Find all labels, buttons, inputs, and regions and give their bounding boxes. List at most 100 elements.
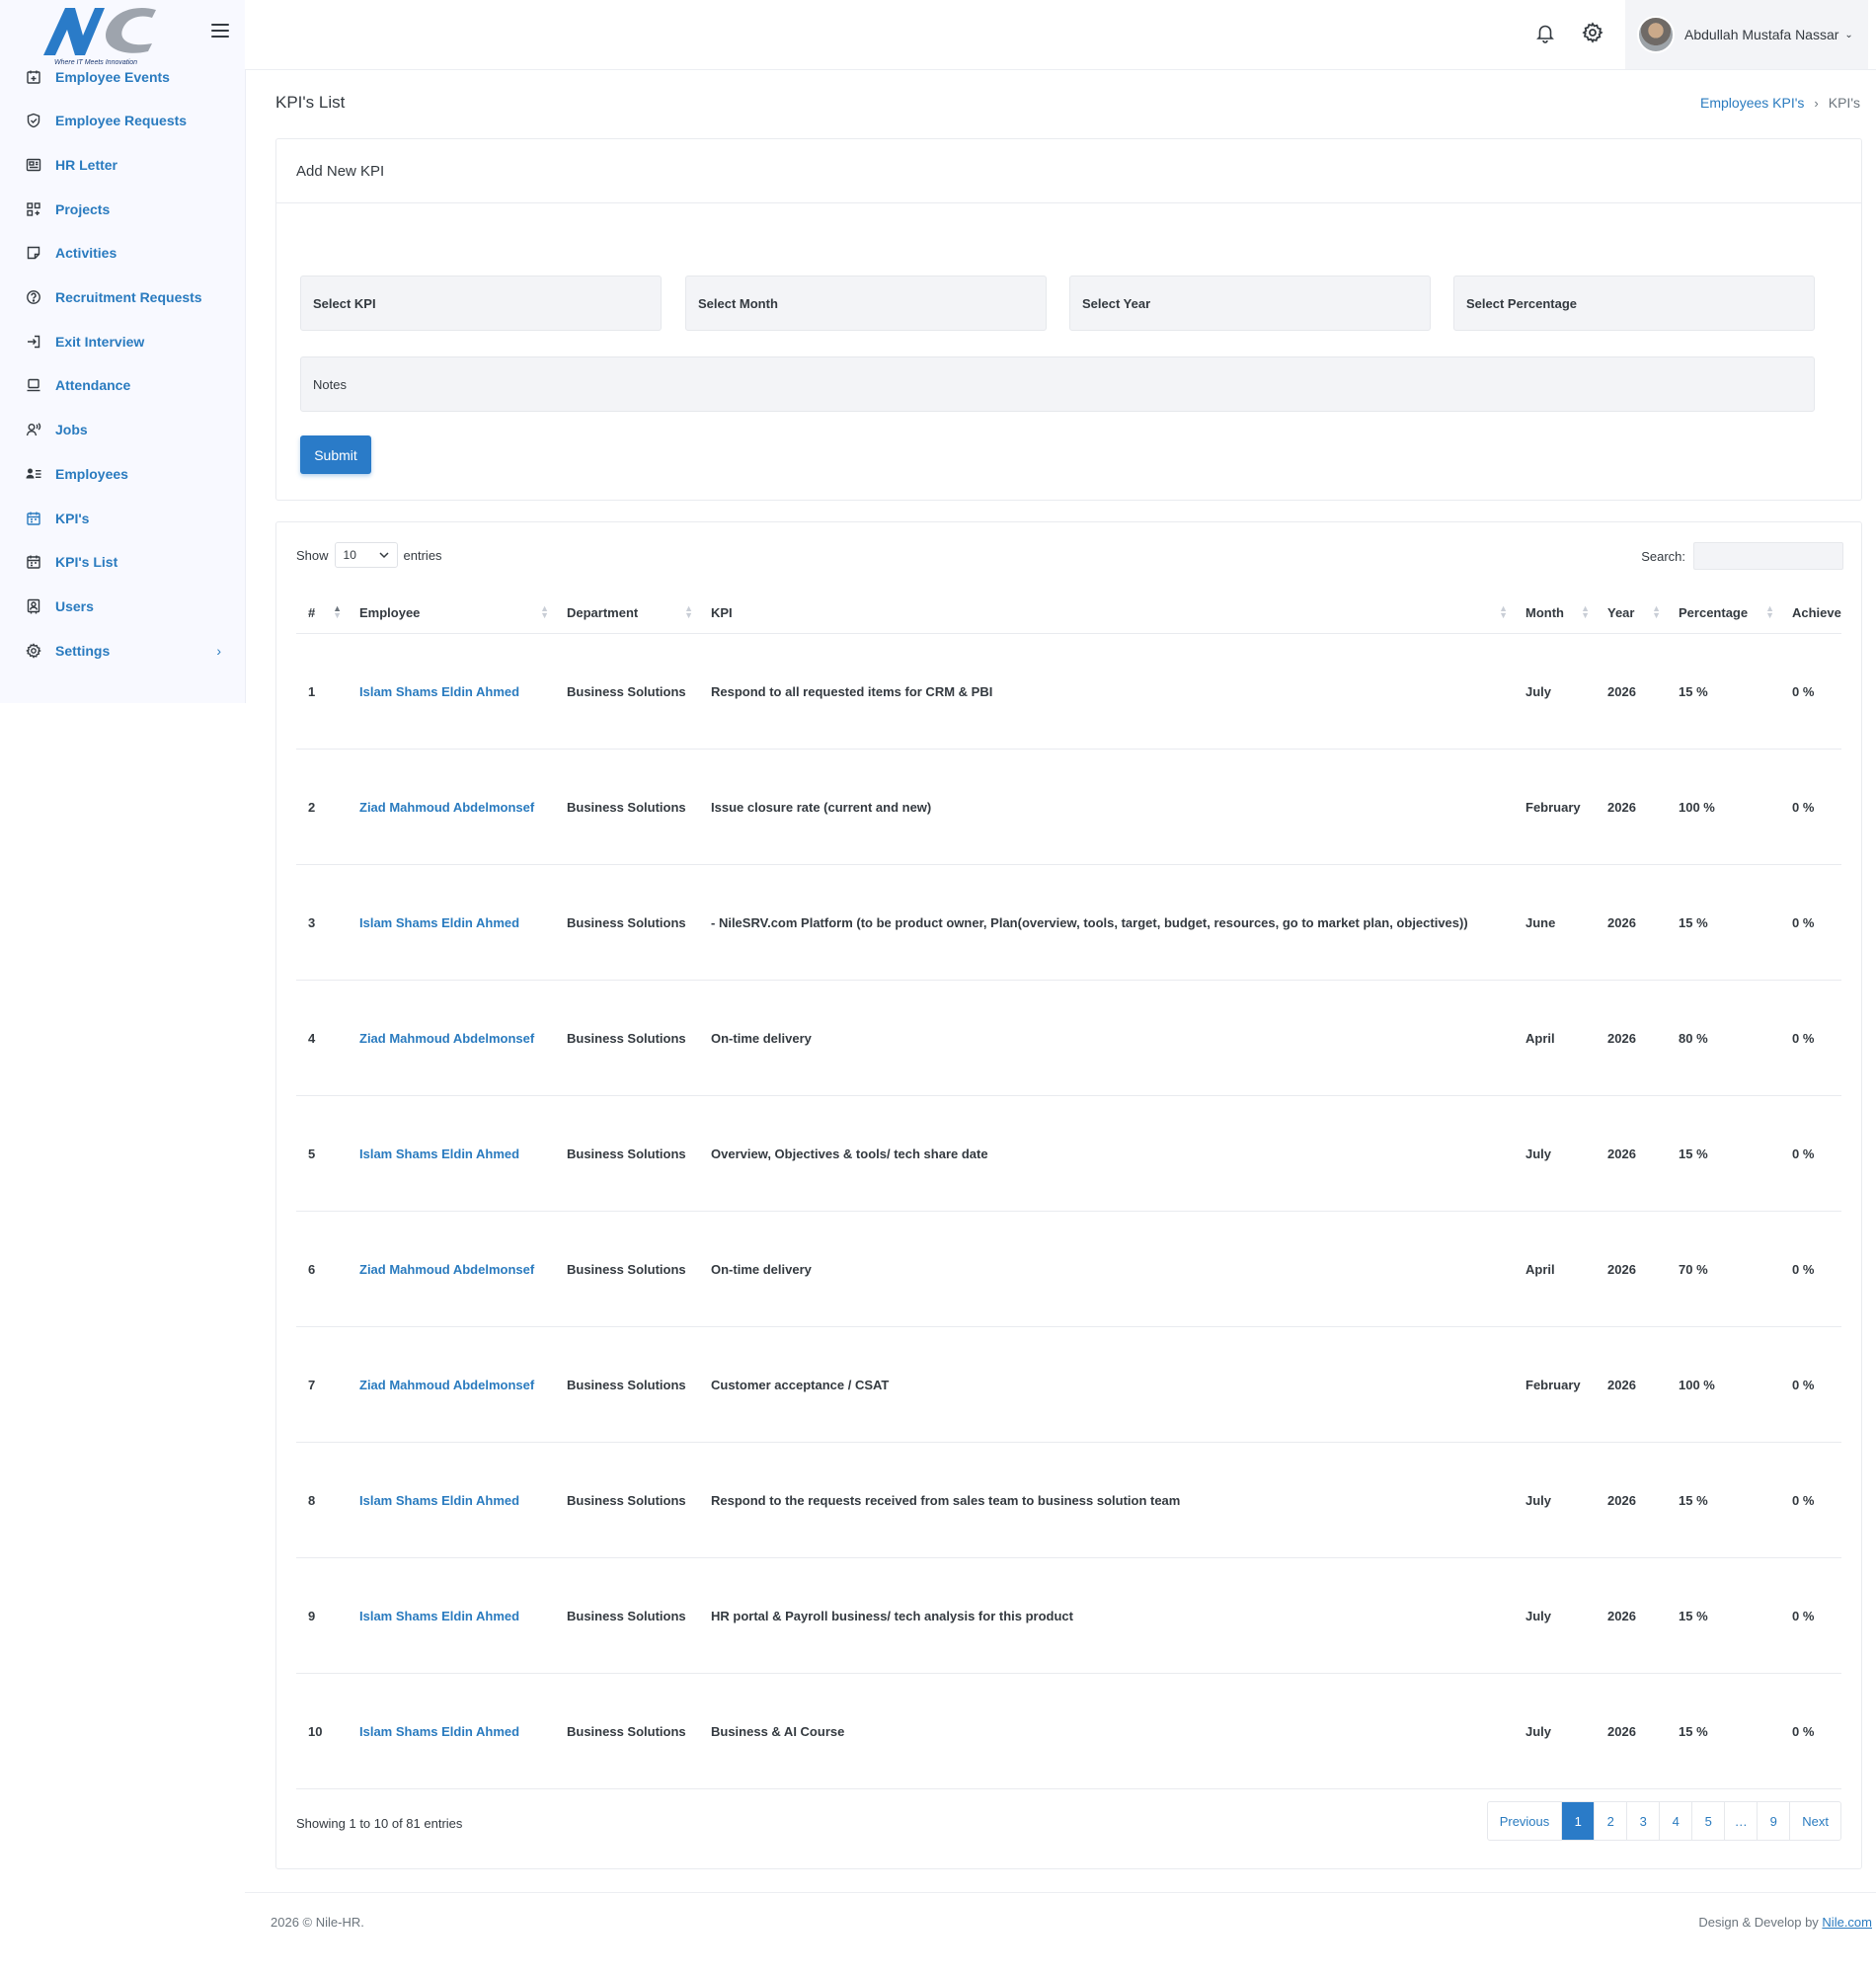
cell-employee[interactable]: Islam Shams Eldin Ahmed (348, 1673, 555, 1789)
cell-employee[interactable]: Islam Shams Eldin Ahmed (348, 1095, 555, 1212)
table-row: 7 Ziad Mahmoud Abdelmonsef Business Soluti… (296, 1326, 1841, 1443)
cell-num: 1 (296, 633, 348, 750)
sort-icon: ▲ ▼ (1499, 603, 1508, 620)
cell-employee[interactable]: Ziad Mahmoud Abdelmonsef (348, 1326, 555, 1443)
sidebar-item-users[interactable]: Users (0, 585, 245, 629)
sidebar-item-projects[interactable]: Projects (0, 187, 245, 231)
select-kpi-dropdown[interactable]: Select KPI (300, 276, 662, 331)
pagination-page-4[interactable]: 4 (1659, 1802, 1691, 1840)
col-header-month[interactable]: Month ▲ ▼ (1514, 592, 1596, 634)
select-year-dropdown[interactable]: Select Year (1069, 276, 1431, 331)
cell-percentage: 100 % (1667, 749, 1780, 865)
bell-icon[interactable] (1534, 22, 1556, 43)
cell-employee[interactable]: Ziad Mahmoud Abdelmonsef (348, 1211, 555, 1327)
table-row: 10 Islam Shams Eldin Ahmed Business Soluti… (296, 1673, 1841, 1789)
sidebar-item-label: Exit Interview (55, 333, 145, 350)
cell-employee[interactable]: Islam Shams Eldin Ahmed (348, 1442, 555, 1558)
sidebar-item-settings[interactable]: Settings › (0, 628, 245, 672)
sidebar-item-employees[interactable]: Employees (0, 452, 245, 497)
breadcrumb-separator: › (1814, 95, 1819, 111)
cell-employee[interactable]: Ziad Mahmoud Abdelmonsef (348, 749, 555, 865)
col-header-department[interactable]: Department ▲ ▼ (555, 592, 699, 634)
pagination-page-1[interactable]: 1 (1561, 1802, 1595, 1840)
select-percentage-dropdown[interactable]: Select Percentage (1453, 276, 1815, 331)
page-length-select[interactable]: 10 (334, 542, 398, 568)
search-input[interactable] (1693, 542, 1843, 570)
cell-num: 4 (296, 980, 348, 1096)
chevron-right-icon: › (216, 642, 221, 659)
col-header-num[interactable]: # ▲ ▼ (296, 592, 348, 634)
sidebar-item-label: Employees (55, 465, 128, 482)
pagination-page-2[interactable]: 2 (1594, 1802, 1626, 1840)
grid-icon (26, 201, 41, 217)
cell-month: June (1514, 864, 1596, 981)
cell-month: April (1514, 1211, 1596, 1327)
breadcrumb-parent-link[interactable]: Employees KPI's (1700, 95, 1804, 111)
pagination-ellipsis: … (1724, 1802, 1757, 1840)
user-menu[interactable]: Abdullah Mustafa Nassar ⌄ (1625, 0, 1868, 69)
sort-icon: ▲ ▼ (540, 603, 549, 620)
cell-num: 3 (296, 864, 348, 981)
pagination-page-3[interactable]: 3 (1626, 1802, 1659, 1840)
table-search: Search: (1641, 542, 1843, 570)
pagination-page-9[interactable]: 9 (1757, 1802, 1789, 1840)
menu-toggle-icon[interactable] (211, 24, 229, 41)
footer-credit-link[interactable]: Nile.com (1822, 1915, 1872, 1930)
cell-year: 2026 (1596, 633, 1667, 750)
cell-year: 2026 (1596, 864, 1667, 981)
sidebar-item-attendance[interactable]: Attendance (0, 363, 245, 408)
cell-percentage: 15 % (1667, 864, 1780, 981)
cell-year: 2026 (1596, 1211, 1667, 1327)
table-row: 9 Islam Shams Eldin Ahmed Business Solutio… (296, 1557, 1841, 1674)
cell-month: February (1514, 1326, 1596, 1443)
sidebar-item-label: Recruitment Requests (55, 289, 202, 306)
cell-achieve: 0 % (1780, 1095, 1841, 1212)
col-header-year[interactable]: Year ▲ ▼ (1596, 592, 1667, 634)
col-header-percentage[interactable]: Percentage ▲ ▼ (1667, 592, 1780, 634)
select-month-dropdown[interactable]: Select Month (685, 276, 1047, 331)
breadcrumb-current: KPI's (1828, 95, 1860, 111)
cell-num: 7 (296, 1326, 348, 1443)
col-header-achieve[interactable]: Achieve (1780, 592, 1841, 634)
cell-department: Business Solutions (555, 980, 699, 1096)
sidebar-item-employee-events[interactable]: Employee Events (0, 55, 245, 99)
pagination-next[interactable]: Next (1789, 1802, 1840, 1840)
sidebar-item-jobs[interactable]: Jobs (0, 408, 245, 452)
gear-icon (26, 642, 41, 659)
laptop-icon (26, 377, 41, 393)
col-header-kpi[interactable]: KPI ▲ ▼ (699, 592, 1514, 634)
cell-year: 2026 (1596, 1095, 1667, 1212)
submit-button[interactable]: Submit (300, 435, 371, 474)
cell-department: Business Solutions (555, 1326, 699, 1443)
pagination-page-5[interactable]: 5 (1691, 1802, 1724, 1840)
table-row: 4 Ziad Mahmoud Abdelmonsef Business Soluti… (296, 980, 1841, 1096)
pagination-previous[interactable]: Previous (1488, 1802, 1562, 1840)
cell-employee[interactable]: Ziad Mahmoud Abdelmonsef (348, 980, 555, 1096)
nc-logo-icon (43, 8, 156, 55)
sidebar-item-recruitment-requests[interactable]: Recruitment Requests (0, 276, 245, 320)
sidebar-item-exit-interview[interactable]: Exit Interview (0, 319, 245, 363)
cell-department: Business Solutions (555, 1095, 699, 1212)
sidebar-item-kpis[interactable]: KPI's (0, 496, 245, 540)
cell-kpi: Issue closure rate (current and new) (699, 749, 1514, 865)
gear-icon[interactable] (1582, 22, 1603, 43)
col-header-employee[interactable]: Employee ▲ ▼ (348, 592, 555, 634)
sidebar-nav: Employee Events Employee Requests HR Let… (0, 55, 245, 672)
sidebar-item-activities[interactable]: Activities (0, 231, 245, 276)
calendar-icon (26, 511, 41, 526)
cell-employee[interactable]: Islam Shams Eldin Ahmed (348, 633, 555, 750)
sidebar-item-label: KPI's List (55, 554, 118, 571)
notes-field[interactable]: Notes (300, 356, 1815, 412)
cell-employee[interactable]: Islam Shams Eldin Ahmed (348, 1557, 555, 1674)
sidebar-item-employee-requests[interactable]: Employee Requests (0, 99, 245, 143)
cell-kpi: On-time delivery (699, 980, 1514, 1096)
table-row: 3 Islam Shams Eldin Ahmed Business Solutio… (296, 864, 1841, 981)
sidebar-item-kpis-list[interactable]: KPI's List (0, 540, 245, 585)
sidebar-item-hr-letter[interactable]: HR Letter (0, 143, 245, 188)
cell-kpi: Business & AI Course (699, 1673, 1514, 1789)
cell-kpi: Respond to the requests received from sa… (699, 1442, 1514, 1558)
sort-icon: ▲ ▼ (1652, 603, 1661, 620)
cell-achieve: 0 % (1780, 1442, 1841, 1558)
cell-employee[interactable]: Islam Shams Eldin Ahmed (348, 864, 555, 981)
cell-kpi: On-time delivery (699, 1211, 1514, 1327)
